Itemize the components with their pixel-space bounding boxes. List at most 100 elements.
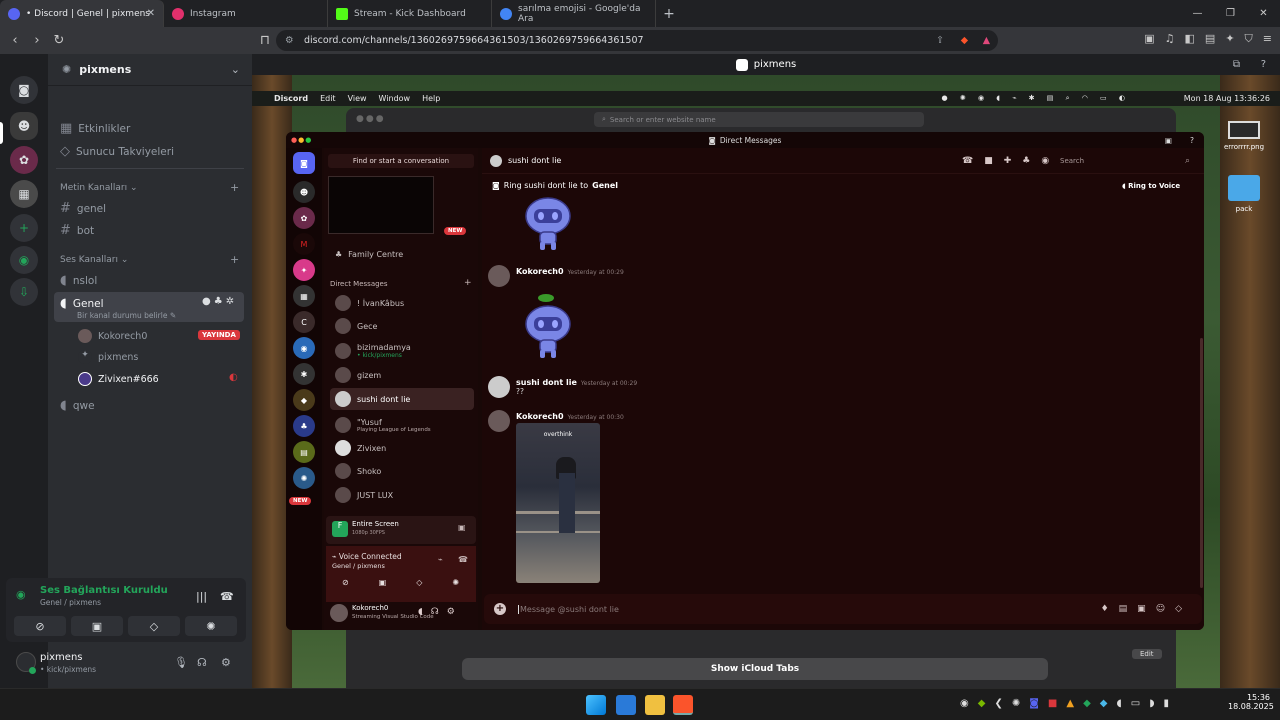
popout-icon[interactable]: ⧉ <box>1233 59 1240 70</box>
headphones-icon[interactable]: ☊ <box>197 656 207 669</box>
soundboard-button[interactable]: ✺ <box>185 616 237 636</box>
family-centre[interactable]: ♣ Family Centre <box>330 243 474 265</box>
gif-icon[interactable]: ▤ <box>1119 604 1138 614</box>
add-voice-channel-icon[interactable]: + <box>230 253 239 266</box>
ai-icon[interactable]: ✦ <box>1225 32 1234 46</box>
message-author[interactable]: Kokorech0 <box>516 267 564 276</box>
scrollbar[interactable] <box>1200 338 1203 588</box>
add-friend-icon[interactable]: ♣ <box>1022 156 1041 166</box>
tray-mic-icon[interactable]: ◖ <box>1116 698 1130 709</box>
brave-rewards-icon[interactable]: ▲ <box>983 35 990 46</box>
chat-search[interactable]: Search ⌕ <box>1060 154 1196 168</box>
profile-icon[interactable]: ◉ <box>1041 156 1060 166</box>
forward-icon[interactable]: › <box>26 33 48 48</box>
new-tab-button[interactable]: + <box>656 0 682 27</box>
activity-button[interactable]: ◇ <box>128 616 180 636</box>
back-icon[interactable]: ‹ <box>4 33 26 48</box>
microphone-icon[interactable]: ◖ <box>418 607 431 617</box>
screen-share-button[interactable]: ▣ <box>71 616 123 636</box>
add-attachment-icon[interactable]: + <box>494 603 506 615</box>
safari-search[interactable]: ⌕ Search or enter website name <box>594 112 924 127</box>
user-avatar[interactable] <box>330 604 348 622</box>
minimize-icon[interactable]: — <box>1181 0 1214 27</box>
voice-connected-sub[interactable]: Genel / pixmens <box>40 598 101 607</box>
close-icon[interactable]: ✕ <box>147 8 155 19</box>
add-channel-icon[interactable]: + <box>230 181 239 194</box>
server-icon[interactable]: ✿ <box>293 207 315 229</box>
discord-home-icon[interactable]: ◙ <box>293 152 315 174</box>
gift-icon[interactable]: ♦ <box>1101 604 1119 614</box>
dm-item[interactable]: gizem <box>330 364 474 386</box>
inbox-icon[interactable]: ▣ <box>1165 136 1172 145</box>
voice-channel-genel[interactable]: ◖ Genel <box>60 296 104 311</box>
settings-icon[interactable]: ✲ <box>226 296 237 307</box>
vpn-icon[interactable]: ⛉ <box>1245 32 1253 46</box>
text-category[interactable]: Metin Kanalları ⌄ <box>60 183 138 193</box>
taskbar-clock[interactable]: 15:36 18.08.2025 <box>1228 693 1274 711</box>
tray-volume-icon[interactable]: ◗ <box>1149 698 1163 709</box>
gamepad-icon[interactable]: ◇ <box>416 578 452 587</box>
dm-item[interactable]: Zivixen <box>330 437 474 459</box>
microphone-icon[interactable]: 🎙︎ <box>174 656 188 669</box>
dm-item[interactable]: Gece <box>330 315 474 337</box>
tab-kick[interactable]: Stream - Kick Dashboard <box>328 0 492 27</box>
camera-off-button[interactable]: ⊘ <box>14 616 66 636</box>
disconnect-icon[interactable]: ☎ <box>220 590 234 603</box>
dm-item[interactable]: "Yusuf Playing League of Legends <box>330 412 474 438</box>
voice-channel-nslol[interactable]: ◖ nslol <box>60 273 97 288</box>
tray-app-icon[interactable]: ✺ <box>1012 698 1029 709</box>
camera-off-icon[interactable]: ⊘ <box>342 578 379 587</box>
server-icon[interactable]: ♣ <box>293 415 315 437</box>
stream-preview[interactable] <box>328 176 434 234</box>
noise-suppression-icon[interactable]: ||| <box>196 590 207 603</box>
music-icon[interactable]: ♫ <box>1165 32 1175 46</box>
server-icon[interactable]: ✺ <box>293 467 315 489</box>
server-icon[interactable]: ☻ <box>293 181 315 203</box>
dm-item[interactable]: bizimadamya • kick/pixmens <box>330 338 474 364</box>
menu-help[interactable]: Help <box>422 94 440 103</box>
reload-icon[interactable]: ↻ <box>48 33 70 48</box>
maximize-icon[interactable]: ❐ <box>1214 0 1247 27</box>
brave-shield-icon[interactable]: ◆ <box>961 35 968 46</box>
headphones-icon[interactable]: ☊ <box>431 607 447 617</box>
widgets-icon[interactable] <box>616 695 636 715</box>
wallet-icon[interactable]: ▤ <box>1205 32 1215 46</box>
new-dm-icon[interactable]: + <box>464 278 472 288</box>
tray-app-icon[interactable]: ❮ <box>994 698 1011 709</box>
server-icon-2[interactable]: ✿ <box>10 146 38 174</box>
download-icon[interactable]: ⇩ <box>10 278 38 306</box>
explore-icon[interactable]: ◉ <box>10 246 38 274</box>
sidebar-icon[interactable]: ◧ <box>1185 32 1195 46</box>
message-author[interactable]: sushi dont lie <box>516 378 577 387</box>
close-window-icon[interactable]: ✕ <box>1247 0 1280 27</box>
help-icon[interactable]: ? <box>1261 59 1266 70</box>
voice-user[interactable]: Zivixen#666 <box>78 372 159 386</box>
menu-edit[interactable]: Edit <box>320 94 336 103</box>
sticker-icon[interactable]: ▣ <box>1137 604 1156 614</box>
tray-app-icon[interactable]: ◆ <box>1083 698 1100 709</box>
dm-item[interactable]: JUST LUX <box>330 484 474 506</box>
screen-share-icon[interactable]: ▣ <box>379 578 417 587</box>
discord-home-icon[interactable]: ◙ <box>10 76 38 104</box>
screenshot-icon[interactable]: ▣ <box>1144 32 1154 46</box>
app-icon[interactable]: ◇ <box>1175 604 1192 614</box>
channel-genel[interactable]: # genel <box>60 201 106 216</box>
edit-button[interactable]: Edit <box>1132 649 1162 659</box>
tray-nvidia-icon[interactable]: ◆ <box>978 698 995 709</box>
message-author[interactable]: Kokorech0 <box>516 412 564 421</box>
traffic-lights[interactable]: ●●● <box>291 136 312 144</box>
user-settings-icon[interactable]: ⚙ <box>221 656 231 669</box>
show-icloud-tabs[interactable]: Show iCloud Tabs <box>462 658 1048 680</box>
tab-discord[interactable]: • Discord | Genel | pixmens ✕ <box>0 0 164 27</box>
events-item[interactable]: ▦ Etkinlikler <box>60 121 130 136</box>
file-explorer-icon[interactable] <box>645 695 665 715</box>
find-conversation-input[interactable]: Find or start a conversation <box>328 154 474 168</box>
video-icon[interactable]: ■ <box>984 156 1004 166</box>
url-field[interactable]: ⚙ discord.com/channels/13602697596643615… <box>276 30 998 51</box>
server-icon[interactable]: ◉ <box>293 337 315 359</box>
dm-item-selected[interactable]: sushi dont lie <box>330 388 474 410</box>
tray-app-icon[interactable]: ◆ <box>1100 698 1117 709</box>
help-icon[interactable]: ? <box>1190 136 1194 145</box>
tray-network-icon[interactable]: ▭ <box>1131 698 1149 709</box>
add-server-icon[interactable]: + <box>10 214 38 242</box>
